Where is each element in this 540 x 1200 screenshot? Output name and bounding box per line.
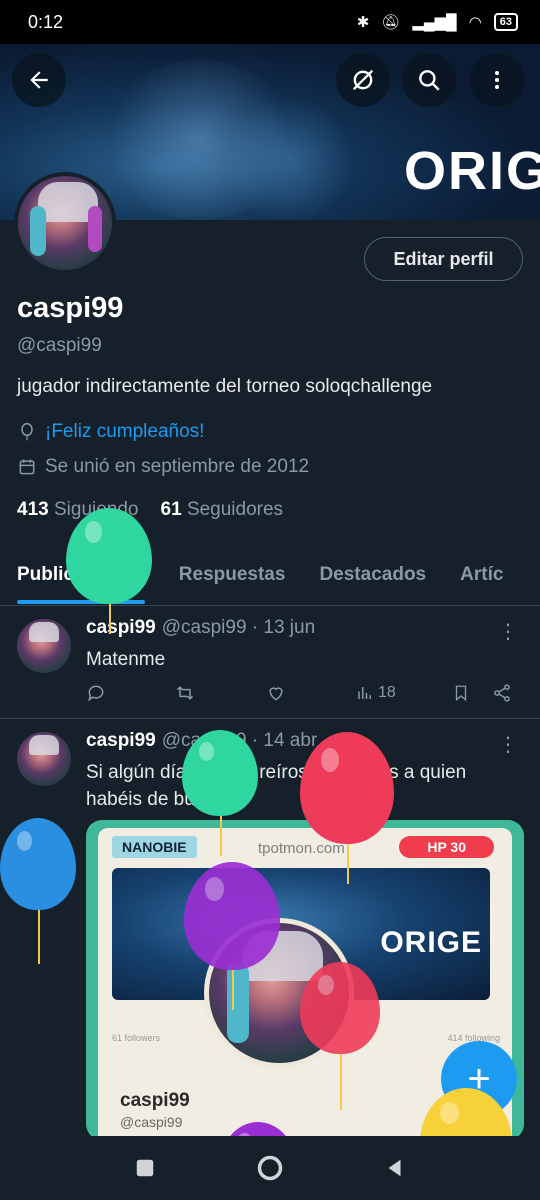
followers-link[interactable]: 61 Seguidores [161, 499, 284, 521]
balloon-red-2 [300, 962, 380, 1110]
birthday-row[interactable]: ¡Feliz cumpleaños! [17, 421, 204, 443]
system-nav-bar [0, 1136, 540, 1200]
edit-profile-button[interactable]: Editar perfil [364, 237, 523, 281]
card-name: caspi99 [120, 1090, 190, 1111]
bookmark-icon [455, 685, 467, 702]
post-more-icon[interactable]: ⋮ [498, 619, 518, 644]
post-author-name[interactable]: caspi99 [86, 730, 156, 752]
profile-bio: jugador indirectamente del torneo soloqc… [17, 376, 433, 397]
balloon-blue [0, 818, 76, 964]
post-meta: @caspi99 · 13 jun [161, 617, 316, 638]
followers-label: Seguidores [186, 499, 284, 520]
joined-row: Se unió en septiembre de 2012 [17, 456, 309, 478]
status-bar: 0:12 ✱ 🔕︎ ▂▄▆█ ◠ 63 [0, 0, 540, 44]
post-avatar[interactable] [17, 732, 71, 786]
post-header: caspi99 @caspi99 · 13 jun [86, 617, 315, 639]
post-text: Matenme [86, 649, 166, 670]
birthday-text[interactable]: ¡Feliz cumpleaños! [45, 421, 204, 443]
banner-logo: ORIG [403, 141, 540, 201]
post-avatar[interactable] [17, 619, 71, 673]
grok-button[interactable] [336, 53, 390, 107]
tab-destacados[interactable]: Destacados [302, 550, 443, 600]
post-author-name[interactable]: caspi99 [86, 617, 156, 639]
views-button[interactable]: 18 [356, 684, 452, 702]
recents-icon[interactable] [134, 1157, 156, 1179]
joined-text: Se unió en septiembre de 2012 [45, 456, 310, 477]
search-icon [419, 70, 440, 91]
reply-button[interactable] [86, 683, 174, 703]
status-icons: ✱ 🔕︎ ▂▄▆█ ◠ 63 [357, 13, 518, 31]
calendar-icon [19, 459, 35, 475]
reply-icon [88, 685, 104, 702]
balloon-green-2 [182, 730, 258, 856]
mute-icon: 🔕︎ [381, 14, 401, 31]
views-icon [358, 687, 371, 699]
card-tag: NANOBIE [112, 836, 197, 858]
views-count: 18 [378, 684, 396, 701]
signal-icon: ▂▄▆█ [412, 14, 457, 31]
card-banner-logo: ORIGE [380, 926, 482, 959]
back-button[interactable] [12, 53, 66, 107]
share-icon [494, 684, 510, 702]
grok-icon [352, 69, 374, 91]
post-actions: 18 [86, 683, 526, 703]
followers-count: 61 [160, 499, 182, 520]
heart-icon [269, 687, 283, 701]
balloon-icon [21, 422, 33, 441]
post-item[interactable]: caspi99 @caspi99 · 13 jun ⋮ Matenme 18 [0, 607, 540, 719]
tab-articulos[interactable]: Artíc [443, 550, 520, 600]
repost-button[interactable] [174, 683, 266, 703]
bookmark-button[interactable] [452, 683, 492, 703]
back-triangle-icon[interactable] [384, 1157, 406, 1179]
balloon-purple [184, 862, 280, 1010]
bluetooth-icon: ✱ [356, 14, 370, 31]
battery-icon: 63 [493, 13, 518, 31]
back-arrow-icon [30, 71, 48, 89]
card-hp-badge: HP 30 [399, 836, 494, 858]
home-icon[interactable] [256, 1154, 284, 1182]
search-button[interactable] [402, 53, 456, 107]
balloon-red-1 [300, 732, 394, 884]
post-more-icon[interactable]: ⋮ [498, 732, 518, 757]
profile-name: caspi99 [17, 292, 124, 324]
card-followers: 61 followers [112, 1033, 161, 1043]
tab-respuestas[interactable]: Respuestas [162, 550, 303, 600]
share-button[interactable] [492, 683, 512, 703]
following-count: 413 [17, 499, 49, 520]
more-options-button[interactable] [470, 53, 524, 107]
card-handle: @caspi99 [120, 1114, 183, 1130]
wifi-icon: ◠ [468, 14, 482, 31]
like-button[interactable] [266, 683, 356, 703]
profile-avatar[interactable] [14, 172, 116, 274]
profile-handle: @caspi99 [17, 335, 102, 356]
more-vertical-icon [495, 71, 499, 89]
repost-icon [176, 686, 194, 700]
status-time: 0:12 [28, 11, 64, 32]
balloon-green-1 [66, 508, 152, 634]
